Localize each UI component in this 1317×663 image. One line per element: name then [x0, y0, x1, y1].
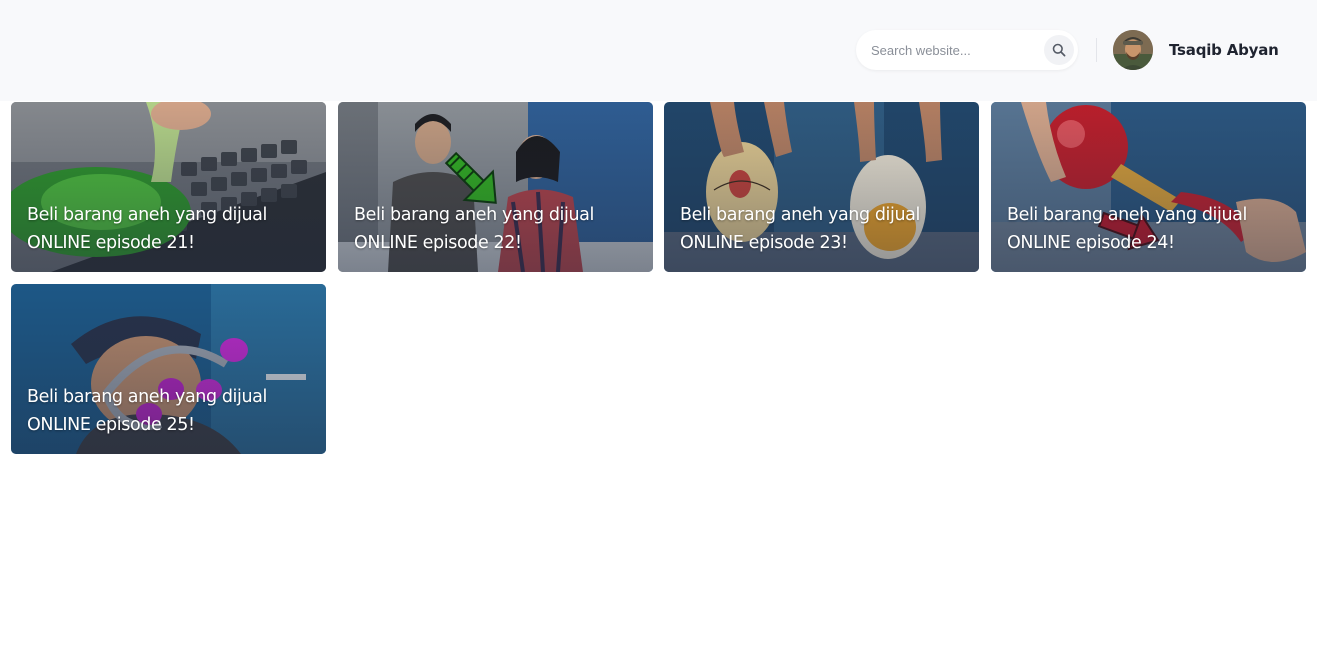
video-title-line: Beli barang aneh yang dijual [1007, 205, 1247, 225]
avatar[interactable] [1113, 30, 1153, 70]
video-card[interactable]: Beli barang aneh yang dijual ONLINE epis… [11, 102, 326, 272]
video-title: Beli barang aneh yang dijual ONLINE epis… [27, 201, 312, 257]
user-name[interactable]: Tsaqib Abyan [1169, 41, 1279, 59]
video-title: Beli barang aneh yang dijual ONLINE epis… [27, 383, 312, 439]
video-title-line: ONLINE episode 23! [680, 233, 848, 253]
video-title-line: ONLINE episode 25! [27, 415, 195, 435]
search-box [856, 30, 1078, 70]
video-card[interactable]: Beli barang aneh yang dijual ONLINE epis… [664, 102, 979, 272]
search-input[interactable] [871, 30, 1041, 70]
top-bar: Tsaqib Abyan [0, 0, 1317, 101]
header-divider [1096, 38, 1097, 62]
video-title-line: ONLINE episode 21! [27, 233, 195, 253]
video-title: Beli barang aneh yang dijual ONLINE epis… [680, 201, 965, 257]
video-card[interactable]: Beli barang aneh yang dijual ONLINE epis… [338, 102, 653, 272]
search-icon [1052, 43, 1066, 57]
video-title-line: ONLINE episode 24! [1007, 233, 1175, 253]
video-title-line: ONLINE episode 22! [354, 233, 522, 253]
video-title: Beli barang aneh yang dijual ONLINE epis… [354, 201, 639, 257]
search-button[interactable] [1044, 35, 1074, 65]
video-title-line: Beli barang aneh yang dijual [354, 205, 594, 225]
video-card[interactable]: Beli barang aneh yang dijual ONLINE epis… [11, 284, 326, 454]
video-title-line: Beli barang aneh yang dijual [680, 205, 920, 225]
video-title: Beli barang aneh yang dijual ONLINE epis… [1007, 201, 1292, 257]
video-title-line: Beli barang aneh yang dijual [27, 205, 267, 225]
video-card[interactable]: Beli barang aneh yang dijual ONLINE epis… [991, 102, 1306, 272]
video-title-line: Beli barang aneh yang dijual [27, 387, 267, 407]
